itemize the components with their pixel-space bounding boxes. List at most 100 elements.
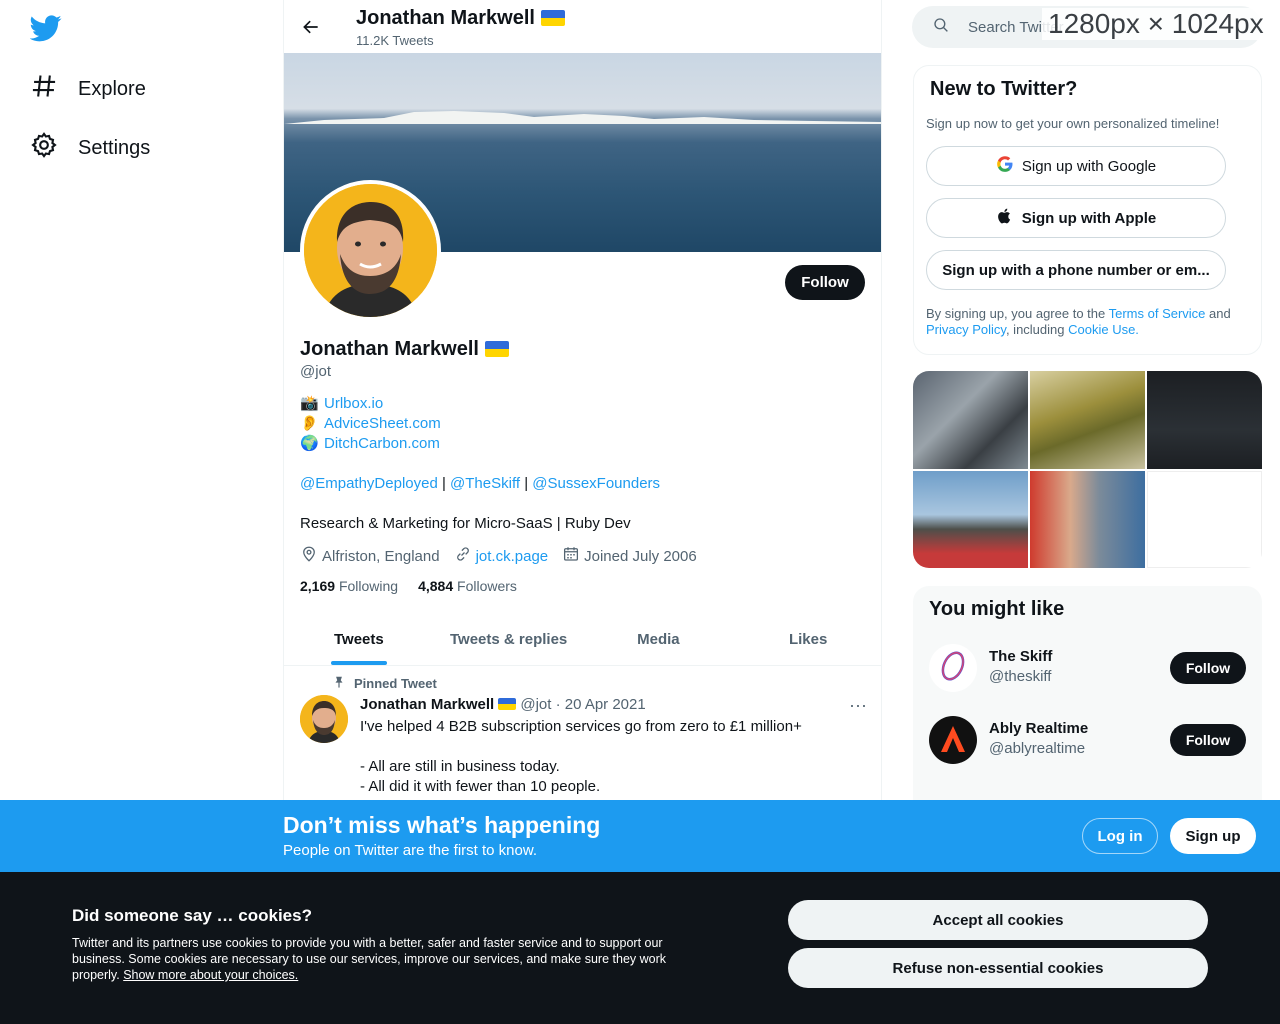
signup-apple-button[interactable]: Sign up with Apple: [926, 198, 1226, 238]
profile-meta: Alfriston, England jot.ck.page Joined Ju…: [300, 545, 697, 567]
pinned-label: Pinned Tweet: [332, 675, 437, 692]
tweet-handle[interactable]: @jot: [520, 696, 551, 713]
suggested-account[interactable]: The Skiff @theskiff Follow: [929, 644, 1246, 694]
follow-button[interactable]: Follow: [1170, 724, 1246, 756]
bio-link-advicesheet[interactable]: 👂 AdviceSheet.com: [300, 414, 441, 433]
signup-button[interactable]: Sign up: [1170, 818, 1256, 854]
suggested-account[interactable]: Ably Realtime @ablyrealtime Follow: [929, 716, 1246, 766]
login-button[interactable]: Log in: [1082, 818, 1158, 854]
location-text: Alfriston, England: [322, 547, 440, 565]
bio-link-ditchcarbon[interactable]: 🌍 DitchCarbon.com: [300, 434, 440, 453]
nav-explore-label: Explore: [78, 77, 146, 100]
ukraine-flag-icon: [498, 698, 517, 710]
follow-button[interactable]: Follow: [1170, 652, 1246, 684]
signup-google-button[interactable]: Sign up with Google: [926, 146, 1226, 186]
signup-apple-label: Sign up with Apple: [1021, 209, 1157, 227]
tweet-author[interactable]: Jonathan Markwell: [360, 696, 494, 713]
media-thumbnail[interactable]: [913, 371, 1028, 469]
terms-link[interactable]: Terms of Service: [1109, 306, 1206, 321]
cookie-text: Twitter and its partners use cookies to …: [72, 935, 712, 983]
cookie-choices-link[interactable]: Show more about your choices.: [123, 968, 298, 982]
might-like-title: You might like: [929, 598, 1065, 620]
followers-count: 4,884: [418, 578, 454, 594]
signup-terms: By signing up, you agree to the Terms of…: [926, 306, 1246, 338]
bio-link-urlbox[interactable]: 📸 Urlbox.io: [300, 394, 383, 413]
profile-website[interactable]: jot.ck.page: [454, 545, 549, 567]
mention-link[interactable]: @TheSkiff: [450, 475, 520, 492]
screenshot-dimension-overlay: 1280px × 1024px: [1042, 8, 1270, 40]
tweet-separator: ·: [551, 696, 565, 713]
signup-phone-button[interactable]: Sign up with a phone number or em...: [926, 250, 1226, 290]
cookie-use-link[interactable]: Cookie Use.: [1068, 322, 1139, 337]
account-avatar[interactable]: [929, 644, 977, 692]
followers-link[interactable]: 4,884 Followers: [418, 578, 517, 594]
calendar-icon: [562, 545, 580, 567]
mention-link[interactable]: @EmpathyDeployed: [300, 475, 438, 492]
hashtag-icon: [30, 72, 58, 106]
bio-link-text[interactable]: DitchCarbon.com: [324, 435, 440, 452]
nav-explore[interactable]: Explore: [30, 72, 146, 106]
ear-emoji-icon: 👂: [300, 415, 319, 432]
media-thumbnail[interactable]: [913, 470, 1028, 568]
nav-settings[interactable]: Settings: [30, 131, 150, 165]
media-thumbnail[interactable]: [1147, 470, 1262, 568]
tab-likes[interactable]: Likes: [733, 614, 881, 665]
header-title: Jonathan Markwell: [356, 7, 565, 30]
dont-miss-title: Don’t miss what’s happening: [283, 812, 601, 838]
tweet-text-line: I've helped 4 B2B subscription services …: [360, 718, 802, 735]
privacy-link[interactable]: Privacy Policy: [926, 322, 1006, 337]
mention-separator: |: [437, 475, 451, 492]
website-link[interactable]: jot.ck.page: [476, 548, 549, 565]
follow-button[interactable]: Follow: [785, 265, 865, 300]
account-name[interactable]: The Skiff: [989, 648, 1052, 665]
nav-settings-label: Settings: [78, 136, 151, 159]
follow-stats: 2,169 Following 4,884 Followers: [300, 578, 517, 594]
following-label: Following: [338, 578, 399, 594]
pinned-text: Pinned Tweet: [354, 676, 437, 691]
account-name[interactable]: Ably Realtime: [989, 720, 1088, 737]
header-tweet-count: 11.2K Tweets: [356, 33, 434, 48]
signup-google-label: Sign up with Google: [1021, 157, 1157, 175]
bio-link-text[interactable]: AdviceSheet.com: [324, 415, 441, 432]
account-avatar[interactable]: [929, 716, 977, 764]
tweet-avatar[interactable]: [300, 695, 348, 743]
gear-icon: [30, 131, 58, 165]
mention-link[interactable]: @SussexFounders: [532, 475, 660, 492]
bio-link-text[interactable]: Urlbox.io: [324, 395, 383, 412]
cookie-title: Did someone say … cookies?: [72, 906, 312, 925]
accept-cookies-button[interactable]: Accept all cookies: [788, 900, 1208, 940]
tab-tweets[interactable]: Tweets: [284, 614, 434, 665]
ukraine-flag-icon: [484, 341, 509, 357]
ukraine-flag-icon: [540, 10, 565, 26]
bio-mentions: @EmpathyDeployed | @TheSkiff | @SussexFo…: [300, 475, 660, 492]
google-icon: [996, 155, 1014, 177]
cookie-banner: Did someone say … cookies? Twitter and i…: [0, 872, 1280, 1024]
media-grid: [913, 371, 1262, 568]
signup-card: New to Twitter? Sign up now to get your …: [913, 65, 1262, 355]
terms-text: and: [1205, 306, 1231, 321]
following-link[interactable]: 2,169 Following: [300, 578, 398, 594]
location-icon: [300, 545, 318, 567]
media-thumbnail[interactable]: [1030, 470, 1145, 568]
tweet-date[interactable]: 20 Apr 2021: [565, 696, 646, 713]
refuse-cookies-button[interactable]: Refuse non-essential cookies: [788, 948, 1208, 988]
back-arrow-icon[interactable]: [298, 14, 324, 40]
camera-emoji-icon: 📸: [300, 395, 319, 412]
profile-joined: Joined July 2006: [562, 545, 697, 567]
bio-description: Research & Marketing for Micro-SaaS | Ru…: [300, 515, 631, 532]
tab-media[interactable]: Media: [584, 614, 734, 665]
pinned-tweet[interactable]: Pinned Tweet Jonathan Markwell @jot · 20…: [284, 667, 881, 807]
media-thumbnail[interactable]: [1147, 371, 1262, 469]
profile-avatar[interactable]: [300, 180, 441, 321]
following-count: 2,169: [300, 578, 336, 594]
terms-text: , including: [1005, 322, 1069, 337]
account-handle: @ablyrealtime: [989, 740, 1086, 757]
tab-tweets-replies[interactable]: Tweets & replies: [434, 614, 584, 665]
media-thumbnail[interactable]: [1030, 371, 1145, 469]
profile-header: Jonathan Markwell 11.2K Tweets: [284, 0, 881, 53]
search-icon: [932, 16, 950, 38]
twitter-bird-icon[interactable]: [29, 12, 62, 44]
more-icon[interactable]: ···: [849, 695, 867, 716]
account-handle: @theskiff: [989, 668, 1052, 685]
mention-separator: |: [520, 475, 533, 492]
